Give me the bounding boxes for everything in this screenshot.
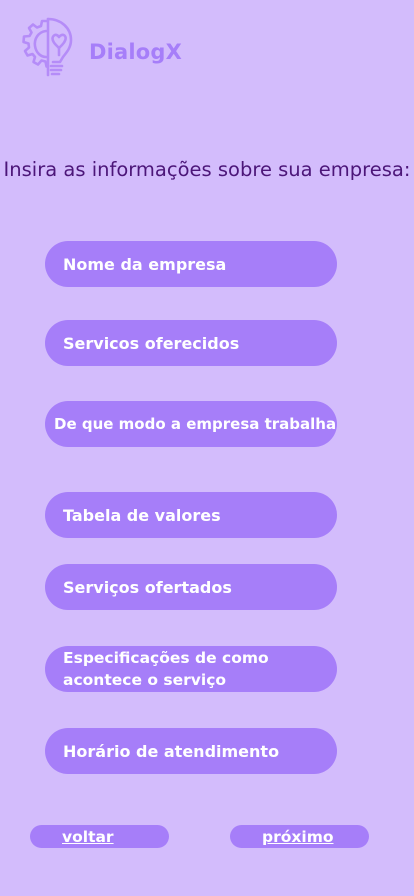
field-services-provided[interactable]: Serviços ofertados xyxy=(45,564,337,610)
next-button[interactable]: próximo xyxy=(230,825,369,848)
field-services-offered[interactable]: Servicos oferecidos xyxy=(45,320,337,366)
form-heading: Insira as informações sobre sua empresa: xyxy=(3,158,411,181)
field-company-name[interactable]: Nome da empresa xyxy=(45,241,337,287)
gear-lightbulb-icon xyxy=(18,17,78,79)
field-service-specifications[interactable]: Especificações de como acontece o serviç… xyxy=(45,646,337,692)
back-button[interactable]: voltar xyxy=(30,825,169,848)
field-work-mode[interactable]: De que modo a empresa trabalha xyxy=(45,401,337,447)
brand-name: DialogX xyxy=(89,40,183,64)
field-price-table[interactable]: Tabela de valores xyxy=(45,492,337,538)
field-business-hours[interactable]: Horário de atendimento xyxy=(45,728,337,774)
